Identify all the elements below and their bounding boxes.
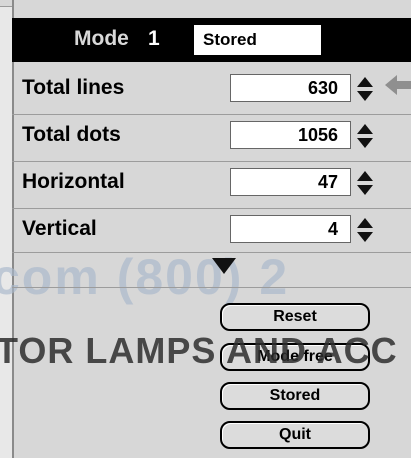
vertical-label: Vertical bbox=[22, 217, 97, 240]
up-down-spinner-icon[interactable] bbox=[356, 217, 374, 243]
total-lines-label: Total lines bbox=[22, 76, 125, 99]
horizontal-value[interactable]: 47 bbox=[230, 168, 351, 196]
up-down-spinner-icon[interactable] bbox=[356, 123, 374, 149]
total-dots-label: Total dots bbox=[22, 123, 121, 146]
up-down-spinner-icon[interactable] bbox=[356, 170, 374, 196]
watermark-brand: TOR LAMPS AND ACC bbox=[0, 330, 398, 371]
horizontal-label: Horizontal bbox=[22, 170, 125, 193]
stored-button[interactable]: Stored bbox=[220, 382, 370, 410]
mode-status-field: Stored bbox=[194, 25, 321, 55]
reset-button[interactable]: Reset bbox=[220, 303, 370, 331]
down-triangle-icon[interactable] bbox=[212, 258, 236, 274]
back-arrow-icon[interactable] bbox=[385, 72, 411, 98]
up-down-spinner-icon[interactable] bbox=[356, 76, 374, 102]
mode-label: Mode bbox=[74, 27, 129, 50]
section-divider bbox=[12, 287, 411, 288]
total-lines-row: Total lines 630 bbox=[12, 68, 411, 114]
mode-header: Mode 1 Stored bbox=[12, 18, 411, 62]
mode-number: 1 bbox=[148, 27, 160, 50]
vertical-value[interactable]: 4 bbox=[230, 215, 351, 243]
total-dots-row: Total dots 1056 bbox=[12, 115, 411, 161]
total-lines-value[interactable]: 630 bbox=[230, 74, 351, 102]
total-dots-value[interactable]: 1056 bbox=[230, 121, 351, 149]
watermark-phone: com (800) 2 bbox=[0, 249, 290, 305]
horizontal-row: Horizontal 47 bbox=[12, 162, 411, 208]
quit-button[interactable]: Quit bbox=[220, 421, 370, 449]
